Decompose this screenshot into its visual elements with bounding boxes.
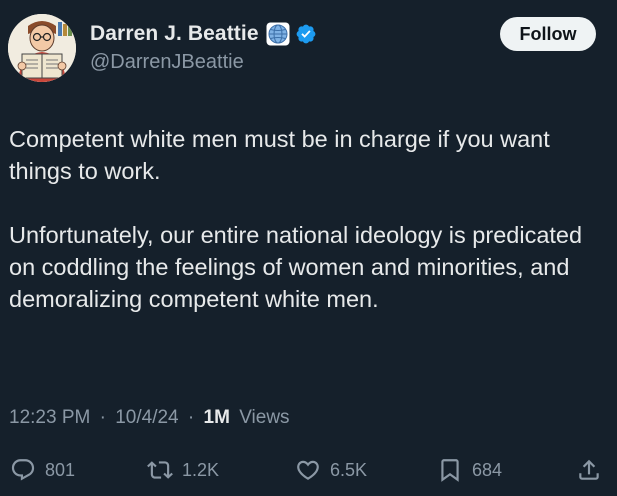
bookmark-icon xyxy=(441,459,459,482)
share-button[interactable] xyxy=(576,453,602,487)
tweet-paragraph: Competent white men must be in charge if… xyxy=(9,126,550,184)
verified-badge-icon[interactable] xyxy=(295,23,317,45)
avatar[interactable] xyxy=(8,14,76,82)
reply-icon xyxy=(11,459,35,481)
meta-separator: · xyxy=(187,407,195,428)
action-bar: 801 1.2K 6.5K 684 xyxy=(0,453,617,487)
tweet-text: Competent white men must be in charge if… xyxy=(9,123,609,315)
tweet-paragraph: Unfortunately, our entire national ideol… xyxy=(9,222,583,312)
reply-button[interactable]: 801 xyxy=(10,453,75,487)
author-name-row: Darren J. Beattie xyxy=(90,19,317,49)
views-label: Views xyxy=(239,407,290,428)
display-name[interactable]: Darren J. Beattie xyxy=(90,22,259,46)
cartoon-man-reading-icon xyxy=(8,14,76,82)
tweet-time[interactable]: 12:23 PM xyxy=(9,407,90,428)
heart-icon xyxy=(297,460,319,480)
repost-icon xyxy=(147,461,173,479)
meta-separator: · xyxy=(99,407,106,428)
handle[interactable]: @DarrenJBeattie xyxy=(90,51,244,74)
globe-icon[interactable] xyxy=(266,22,290,46)
like-count: 6.5K xyxy=(330,459,368,480)
reply-count: 801 xyxy=(45,459,76,480)
tweet-date[interactable]: 10/4/24 xyxy=(115,407,178,428)
tweet-meta: 12:23 PM · 10/4/24 · 1M Views xyxy=(9,407,290,429)
follow-button[interactable]: Follow xyxy=(500,17,596,51)
views-count[interactable]: 1M xyxy=(204,407,230,428)
like-button[interactable]: 6.5K xyxy=(295,453,367,487)
bookmark-button[interactable]: 684 xyxy=(437,453,502,487)
bookmark-count: 684 xyxy=(472,459,503,480)
share-icon xyxy=(579,459,599,480)
repost-button[interactable]: 1.2K xyxy=(147,453,219,487)
tweet-card: Darren J. Beattie @DarrenJBeattie Follow… xyxy=(0,0,617,496)
repost-count: 1.2K xyxy=(182,459,220,480)
